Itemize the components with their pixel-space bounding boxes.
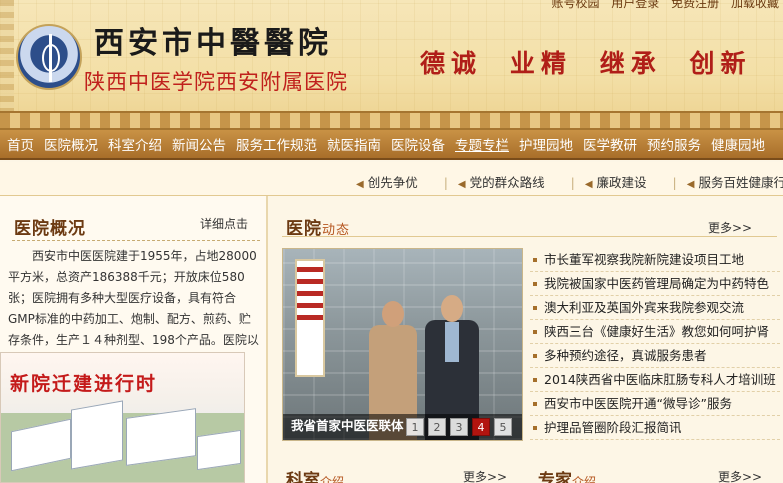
nav-item-education[interactable]: 医学教研: [583, 134, 637, 154]
intro-more-link[interactable]: 详细点击: [200, 215, 248, 232]
expert-more-link[interactable]: 更多>>: [718, 468, 762, 483]
top-link-login[interactable]: 用户登录: [611, 0, 659, 10]
dept-title-sub: 介绍: [320, 475, 345, 483]
intro-divider: [12, 240, 262, 241]
hospital-subtitle: 陕西中医学院西安附属医院: [84, 70, 348, 94]
motto: 继承: [599, 49, 662, 78]
nav-item-equipment[interactable]: 医院设备: [391, 134, 445, 154]
slide-caption[interactable]: 我省首家中医医联体: [291, 415, 404, 434]
nav-item-departments[interactable]: 科室介绍: [108, 134, 162, 154]
arrow-icon: ◀: [457, 179, 466, 190]
news-divider: [282, 236, 777, 237]
dept-more-link[interactable]: 更多>>: [463, 468, 507, 483]
slide-page-button[interactable]: 3: [450, 418, 468, 436]
banner-title: 新院迁建进行时: [10, 373, 158, 395]
news-item[interactable]: 我院被国家中医药管理局确定为中药特色: [530, 272, 780, 296]
news-more-link[interactable]: 更多>>: [708, 219, 752, 236]
hospital-logo[interactable]: [16, 24, 82, 90]
sub-nav-items: ◀创先争优 |◀党的群众路线 |◀廉政建设 |◀服务百姓健康行动: [356, 172, 783, 191]
news-item[interactable]: 多种预约途径，真诚服务患者: [530, 344, 780, 368]
expert-section-title: 专家介绍: [538, 466, 596, 483]
nav-item-health[interactable]: 健康园地: [711, 134, 765, 154]
top-link-bookmark[interactable]: 加载收藏: [731, 0, 779, 10]
news-item[interactable]: 陕西三台《健康好生活》教您如何呵护肾: [530, 320, 780, 344]
top-link-register[interactable]: 免费注册: [671, 0, 719, 10]
nav-item-guide[interactable]: 就医指南: [327, 134, 381, 154]
top-link-campus[interactable]: 账号校园: [551, 0, 599, 10]
slide-page-button[interactable]: 1: [406, 418, 424, 436]
nav-item-overview[interactable]: 医院概况: [44, 134, 98, 154]
dept-title-main: 科室: [286, 471, 320, 483]
new-campus-banner[interactable]: 新院迁建进行时: [0, 352, 245, 483]
banner-building: [126, 408, 196, 466]
expert-title-main: 专家: [538, 471, 572, 483]
news-item[interactable]: 澳大利亚及英国外宾来我院参观交流: [530, 296, 780, 320]
news-slideshow[interactable]: 我省首家中医医联体 1 2 3 4 5: [282, 248, 523, 441]
nav-item-home[interactable]: 首页: [7, 134, 34, 154]
banner-building: [71, 400, 123, 470]
arrow-icon: ◀: [584, 179, 593, 190]
arrow-icon: ◀: [686, 179, 695, 190]
nav-item-appointment[interactable]: 预约服务: [647, 134, 701, 154]
header-fret-border: [0, 111, 783, 130]
slide-page-button[interactable]: 2: [428, 418, 446, 436]
top-links: 账号校园 用户登录 免费注册 加载收藏: [543, 0, 779, 11]
news-list: 市长董军视察我院新院建设项目工地 我院被国家中医药管理局确定为中药特色 澳大利亚…: [530, 248, 780, 440]
divider: |: [443, 175, 448, 190]
nav-item-service-rules[interactable]: 服务工作规范: [236, 134, 317, 154]
mottos: 德诚 业精 继承 创新: [420, 44, 776, 80]
slide-page-button-active[interactable]: 4: [472, 418, 490, 436]
logo-snake: [42, 44, 60, 72]
slide-page-button[interactable]: 5: [494, 418, 512, 436]
sub-nav: ◀创先争优 |◀党的群众路线 |◀廉政建设 |◀服务百姓健康行动: [0, 162, 783, 196]
subnav-item-mass-line[interactable]: 党的群众路线: [470, 175, 545, 190]
intro-title: 医院概况: [14, 219, 86, 239]
motto: 业精: [509, 49, 572, 78]
arrow-icon: ◀: [356, 179, 364, 190]
motto: 德诚: [420, 49, 483, 78]
subnav-item-integrity[interactable]: 廉政建设: [597, 175, 647, 190]
subnav-item-excellence[interactable]: 创先争优: [368, 175, 418, 190]
news-item[interactable]: 西安市中医医院开通“微导诊”服务: [530, 392, 780, 416]
banner-building: [197, 429, 241, 471]
divider: |: [570, 175, 575, 190]
expert-title-sub: 介绍: [572, 475, 597, 483]
slide-pager: 1 2 3 4 5: [406, 418, 512, 436]
subnav-item-health-action[interactable]: 服务百姓健康行动: [698, 175, 783, 190]
site-header: 账号校园 用户登录 免费注册 加载收藏 西安市中醫醫院 陕西中医学院西安附属医院…: [0, 0, 783, 130]
nav-item-nursing[interactable]: 护理园地: [519, 134, 573, 154]
slide-photo-sign: [295, 259, 325, 377]
news-item[interactable]: 护理品管圈阶段汇报简讯: [530, 416, 780, 440]
news-item[interactable]: 2014陕西省中医临床肛肠专科人才培训班: [530, 368, 780, 392]
panel-edge: [266, 196, 268, 483]
news-item[interactable]: 市长董军视察我院新院建设项目工地: [530, 248, 780, 272]
nav-item-special-topics[interactable]: 专题专栏: [455, 134, 509, 154]
main-nav: 首页 医院概况 科室介绍 新闻公告 服务工作规范 就医指南 医院设备 专题专栏 …: [0, 130, 783, 160]
nav-item-news[interactable]: 新闻公告: [172, 134, 226, 154]
motto: 创新: [689, 49, 752, 78]
divider: |: [672, 175, 677, 190]
dept-section-title: 科室介绍: [286, 466, 344, 483]
hospital-name: 西安市中醫醫院: [94, 26, 332, 61]
